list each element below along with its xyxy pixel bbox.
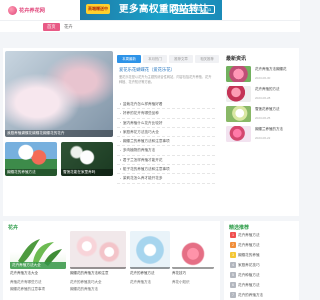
list-item[interactable]: 家庭养花方法技巧大全	[117, 128, 215, 138]
flower-list: 养花小知识	[172, 279, 214, 286]
list-item[interactable]: 室内养殖什么花卉比较好	[117, 119, 215, 128]
flower-list: 养殖花卉有哪些方法 蝴蝶花养殖的注意事项	[10, 279, 68, 293]
recommend-item-label: 蝴蝶花的养殖	[238, 253, 260, 257]
feature-title[interactable]: 爱花乐花蝴蝶花（爱花乐花）	[119, 67, 213, 73]
flower-meta-title[interactable]: 花卉养殖方法大全	[10, 271, 38, 276]
flowers-title: 花卉	[8, 225, 19, 231]
rank-badge: 6	[230, 282, 236, 288]
recommend-item[interactable]: 4 家庭养花技巧	[229, 260, 298, 270]
side-news-item[interactable]: 花卉养殖的方法 2023-06-28	[226, 85, 300, 103]
flower-list-item[interactable]: 花卉的养殖技巧大全	[70, 279, 128, 286]
flower-card-3[interactable]	[130, 231, 170, 269]
flower-card-caption	[70, 267, 126, 269]
recommend-item-label: 花卉养殖方法	[238, 283, 260, 287]
flower-card-caption: 花卉养殖方法大全	[10, 262, 66, 269]
list-item[interactable]: 多肉植物的养殖方法	[117, 146, 215, 156]
flower-meta-title[interactable]: 花卉的养殖方法	[130, 271, 155, 276]
ad-banner[interactable]: 高端赠送中 更多高权重网站转让 联系QQ:411021133	[80, 0, 222, 20]
side-news-title: 花卉养殖方法蝴蝶花	[255, 67, 287, 71]
side-news-item[interactable]: 蝴蝶兰养殖的方法 2023-06-22	[226, 125, 300, 143]
recommend-item[interactable]: 3 蝴蝶花的养殖	[229, 250, 298, 260]
tab-related[interactable]: 相关推荐	[195, 55, 219, 63]
rank-badge: 1	[230, 232, 236, 238]
recommend-item-label: 花卉种植方法	[238, 273, 260, 277]
side-news-title: 花卉养殖的方法	[255, 87, 280, 91]
flower-card-1[interactable]: 花卉养殖方法大全	[10, 231, 66, 269]
side-news-date: 2023-06-28	[255, 96, 271, 100]
side-news-title: 雪莲花养殖方法	[255, 107, 280, 111]
flower-meta-title[interactable]: 养花技巧	[172, 271, 186, 276]
flower-card-4[interactable]	[172, 231, 214, 269]
flower-list-item[interactable]: 蝴蝶花养殖的注意事项	[10, 286, 68, 293]
flower-list-item[interactable]: 蝴蝶花的养殖方法	[70, 286, 128, 293]
recommend-item[interactable]: 1 花卉养殖方法	[229, 230, 298, 240]
recommend-item[interactable]: 5 花卉种植方法	[229, 270, 298, 280]
flower-list-item[interactable]: 花卉养殖方法	[130, 279, 170, 286]
thumb-caption-1: 蝴蝶花的养殖方法	[5, 169, 57, 176]
recommend-item-label: 花卉养殖方法	[238, 243, 260, 247]
flower-card-caption	[130, 267, 170, 269]
flower-meta-title[interactable]: 蝴蝶花的养殖方法和注意	[70, 271, 109, 276]
recommend-item-label: 花卉的养殖方法	[238, 293, 264, 297]
recommend-list: 1 花卉养殖方法 2 花卉养殖方法 3 蝴蝶花的养殖 4 家庭养花技巧 5 花卉种植方法 …	[229, 230, 298, 300]
side-title: 最新资讯	[226, 56, 247, 62]
side-news-date: 2023-06-30	[255, 76, 271, 80]
tab-hot[interactable]: 本月热门	[143, 55, 167, 63]
thumb-caption-2: 雪莲花能在家里养吗	[61, 169, 113, 176]
list-item[interactable]: 盆栽花卉怎么样养殖好看	[117, 100, 215, 110]
flower-list: 花卉养殖方法	[130, 279, 170, 286]
main-nav: 首页 花卉	[0, 20, 300, 32]
side-news-thumb	[226, 86, 251, 102]
recommend-item-label: 花卉养殖方法	[238, 233, 260, 237]
article-tabs: 本周最新 本月热门 推荐文章 相关推荐	[117, 55, 219, 63]
carousel-caption: 我庭养殖蝴蝶花蝴蝶花蝴蝶花的花卉	[5, 130, 113, 137]
logo-text: 花卉养花网	[19, 8, 45, 14]
rank-badge: 3	[230, 252, 236, 258]
ad-contact: 联系QQ:411021133	[172, 5, 215, 14]
list-item[interactable]: 蝴蝶兰的养殖方法和注意事项	[117, 137, 215, 147]
side-news-item[interactable]: 雪莲花养殖方法 2023-06-25	[226, 105, 300, 123]
nav-home[interactable]: 首页	[43, 23, 60, 31]
top-header: 花卉养花网 高端赠送中 更多高权重网站转让 联系QQ:411021133	[0, 0, 300, 20]
side-news-item[interactable]: 花卉养殖方法蝴蝶花 2023-06-30	[226, 65, 300, 83]
list-item[interactable]: 栀子花的养殖方法和注意事项	[117, 165, 215, 175]
feature-list: 盆栽花卉怎么样养殖好看 好养的花卉有哪些品种 室内养殖什么花卉比较好 家庭养花方…	[117, 100, 215, 184]
nav-flowers[interactable]: 花卉	[60, 23, 77, 31]
flower-card-caption	[172, 267, 214, 269]
site-logo[interactable]: 花卉养花网	[8, 5, 52, 16]
list-item[interactable]: 好养的花卉有哪些品种	[117, 109, 215, 119]
side-news-date: 2023-06-25	[255, 116, 271, 120]
tab-latest[interactable]: 本周最新	[117, 55, 141, 63]
list-item[interactable]: 君子兰怎样养殖才能开花	[117, 156, 215, 166]
rank-badge: 2	[230, 242, 236, 248]
recommend-item[interactable]: 7 花卉的养殖方法	[229, 290, 298, 300]
flower-list: 花卉的养殖技巧大全 蝴蝶花的养殖方法	[70, 279, 128, 293]
flower-list-item[interactable]: 养殖花卉有哪些方法	[10, 279, 68, 286]
rank-badge: 4	[230, 262, 236, 268]
thumb-card-1[interactable]: 蝴蝶花的养殖方法	[5, 142, 57, 176]
list-item[interactable]: 茉莉花怎么养才能开花多	[117, 174, 215, 184]
rank-badge: 5	[230, 272, 236, 278]
side-news-title: 蝴蝶兰养殖的方法	[255, 127, 283, 131]
recommend-item-label: 家庭养花技巧	[238, 263, 260, 267]
side-news-thumb	[226, 126, 251, 142]
tab-recommend[interactable]: 推荐文章	[169, 55, 193, 63]
carousel-main[interactable]: 我庭养殖蝴蝶花蝴蝶花蝴蝶花的花卉	[5, 51, 113, 137]
thumb-card-2[interactable]: 雪莲花能在家里养吗	[61, 142, 113, 176]
feature-description: 爱花乐花是以花卉为主题的综合性网站，内容包括花卉养殖、花卉种植、花卉知识等方面。	[119, 75, 212, 84]
recommend-item[interactable]: 2 花卉养殖方法	[229, 240, 298, 250]
side-news-list: 花卉养殖方法蝴蝶花 2023-06-30 花卉养殖的方法 2023-06-28 …	[226, 65, 300, 145]
side-news-thumb	[226, 66, 251, 82]
side-news-thumb	[226, 106, 251, 122]
rank-badge: 7	[230, 292, 236, 298]
flower-logo-icon	[8, 6, 17, 15]
flower-list-item[interactable]: 养花小知识	[172, 279, 214, 286]
recommend-item[interactable]: 6 花卉养殖方法	[229, 280, 298, 290]
ad-badge: 高端赠送中	[86, 4, 110, 14]
side-news-date: 2023-06-22	[255, 136, 271, 140]
flower-card-2[interactable]	[70, 231, 126, 269]
